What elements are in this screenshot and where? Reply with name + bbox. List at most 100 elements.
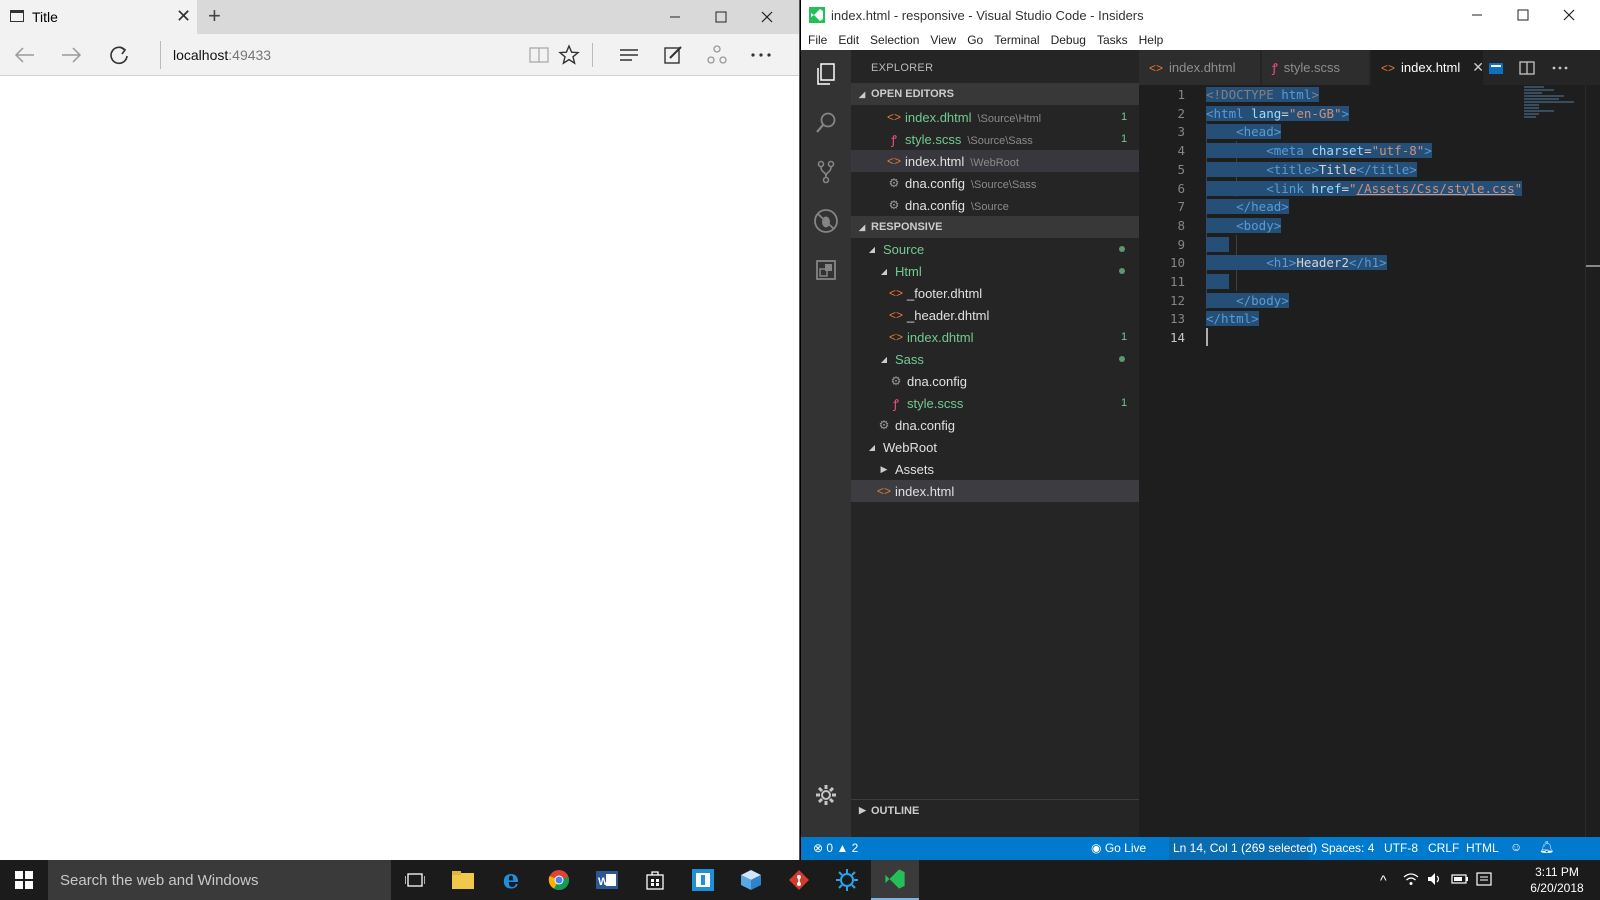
edge-browser-window: Title ✕ + localhost:49433 [0,0,800,860]
open-editor-item[interactable]: <> index.dhtml \Source\Html 1 [851,106,1139,128]
battery-icon[interactable] [1451,872,1469,888]
forward-arrow-icon[interactable] [56,42,86,68]
project-header[interactable]: ◢ RESPONSIVE [851,216,1139,238]
line-number: 2 [1177,105,1185,121]
new-tab-button[interactable]: + [208,3,221,29]
encoding[interactable]: UTF-8 [1384,841,1418,855]
taskbar-search-box[interactable]: Search the web and Windows [48,860,391,900]
code-editor[interactable]: 1 2 3 4 5 6 7 8 9 10 11 12 13 14 <!DOCTY… [1139,85,1600,837]
tree-file[interactable]: ⚙ dna.config [851,370,1139,392]
tab-index-html[interactable]: <> index.html ✕ [1371,50,1484,85]
tree-file[interactable]: <> _header.dhtml [851,304,1139,326]
more-actions-icon[interactable] [1551,59,1569,77]
open-editor-item[interactable]: ⚙ dna.config \Source\Sass [851,172,1139,194]
code-token: > [1273,217,1282,233]
menu-go[interactable]: Go [967,33,983,47]
open-editor-item[interactable]: ⚙ dna.config \Source [851,194,1139,216]
browser-page-content[interactable] [0,76,799,860]
open-changes-icon[interactable] [1487,59,1505,77]
close-tab-icon[interactable]: ✕ [176,6,191,27]
git-client-icon[interactable] [775,860,823,900]
tree-folder-assets[interactable]: ▶ Assets [851,458,1139,480]
menu-edit[interactable]: Edit [838,33,859,47]
debug-icon[interactable] [810,205,842,237]
tab-index-dhtml[interactable]: <> index.dhtml [1139,50,1261,85]
favorite-star-icon[interactable] [554,42,584,68]
search-icon[interactable] [810,107,842,139]
open-editors-header[interactable]: ◢ OPEN EDITORS [851,83,1139,105]
browser-tab[interactable]: Title ✕ [0,0,197,34]
feedback-smiley-icon[interactable]: ☺ [1510,840,1522,854]
cursor-position[interactable]: Ln 14, Col 1 (269 selected) [1173,841,1317,855]
notes-app-icon[interactable] [679,860,727,900]
store-icon[interactable] [631,860,679,900]
extensions-icon[interactable] [810,254,842,286]
vscode-minimize-button[interactable] [1454,0,1500,32]
3d-cube-icon[interactable] [727,860,775,900]
editor-scrollbar[interactable] [1585,85,1600,837]
hub-icon[interactable] [614,42,644,68]
settings-app-icon[interactable] [823,860,871,900]
minimize-button[interactable] [652,0,698,34]
tree-file-selected[interactable]: <> index.html [851,480,1139,502]
tree-file[interactable]: <> _footer.dhtml [851,282,1139,304]
menu-file[interactable]: File [808,33,827,47]
open-editor-item[interactable]: ꝭ style.scss \Source\Sass 1 [851,128,1139,150]
tree-folder-webroot[interactable]: ◢ WebRoot [851,436,1139,458]
start-button[interactable] [0,860,48,900]
tree-file[interactable]: <> index.dhtml 1 [851,326,1139,348]
more-options-icon[interactable] [746,42,776,68]
tree-file[interactable]: ⚙ dna.config [851,414,1139,436]
menu-tasks[interactable]: Tasks [1097,33,1128,47]
explorer-files-icon[interactable] [810,58,842,90]
outline-header[interactable]: ▶ OUTLINE [851,799,1139,821]
word-icon[interactable]: W [583,860,631,900]
source-control-icon[interactable] [810,156,842,188]
vscode-close-button[interactable] [1546,0,1592,32]
menu-selection[interactable]: Selection [870,33,919,47]
vscode-maximize-button[interactable] [1500,0,1546,32]
tree-file[interactable]: ꝭ style.scss 1 [851,392,1139,414]
open-editor-item-active[interactable]: <> index.html \WebRoot [851,150,1139,172]
open-editor-path: \Source\Sass [971,178,1037,191]
action-center-icon[interactable] [1476,872,1492,889]
system-clock[interactable]: 3:11 PM 6/20/2018 [1522,864,1592,896]
minimap[interactable] [1524,85,1579,125]
tab-style-scss[interactable]: ꝭ style.scss [1262,50,1370,85]
menu-help[interactable]: Help [1139,33,1164,47]
vscode-insiders-icon[interactable] [871,860,919,900]
share-icon[interactable] [702,42,732,68]
settings-gear-icon[interactable] [810,779,842,811]
close-window-button[interactable] [744,0,790,34]
split-editor-icon[interactable] [1518,59,1536,77]
menu-terminal[interactable]: Terminal [994,33,1039,47]
show-hidden-icons-chevron-icon[interactable]: ^ [1380,872,1387,888]
chrome-icon[interactable] [535,860,583,900]
scrollbar-cursor-marker [1586,265,1600,267]
maximize-button[interactable] [698,0,744,34]
code-link[interactable]: /Assets/Css/style.css [1357,181,1515,196]
tree-folder-sass[interactable]: ◢ Sass [851,348,1139,370]
menu-debug[interactable]: Debug [1051,33,1086,47]
close-tab-icon[interactable]: ✕ [1472,59,1484,76]
problems-indicator[interactable]: ⊗ 0 ▲ 2 [813,841,858,855]
notifications-bell-icon[interactable]: 🔔︎ [1539,840,1554,854]
tree-folder-source[interactable]: ◢ Source [851,238,1139,260]
indentation[interactable]: Spaces: 4 [1321,841,1374,855]
wifi-icon[interactable] [1403,872,1419,889]
edge-browser-icon[interactable]: e [487,860,535,900]
collapse-arrow-icon: ◢ [859,222,866,232]
go-live-button[interactable]: ◉ Go Live [1091,841,1146,855]
web-note-icon[interactable] [658,42,688,68]
tree-folder-html[interactable]: ◢ Html [851,260,1139,282]
language-mode[interactable]: HTML [1466,841,1499,855]
back-arrow-icon[interactable] [10,42,40,68]
file-explorer-icon[interactable] [439,860,487,900]
reading-view-icon[interactable] [524,42,554,68]
address-bar[interactable]: localhost:49433 [160,41,271,69]
volume-icon[interactable] [1427,872,1443,889]
menu-view[interactable]: View [930,33,956,47]
refresh-icon[interactable] [104,42,134,68]
task-view-icon[interactable] [391,860,439,900]
line-endings[interactable]: CRLF [1428,841,1459,855]
